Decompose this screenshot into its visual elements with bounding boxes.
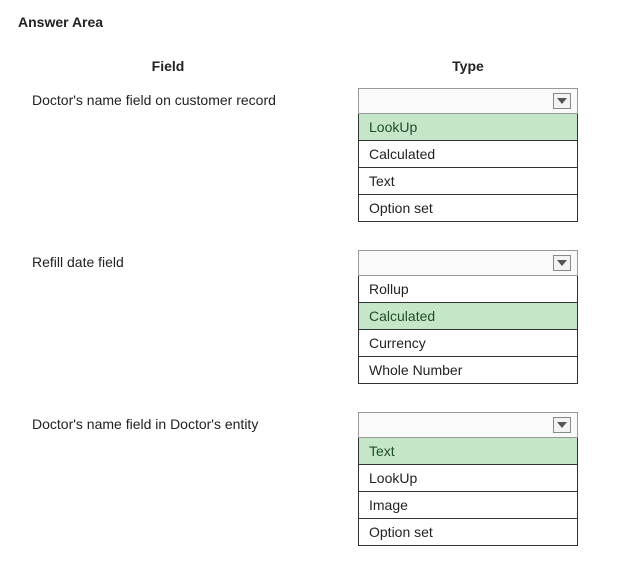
type-dropdown[interactable] [358,412,578,438]
field-label: Refill date field [18,250,358,270]
type-option[interactable]: Rollup [359,276,577,302]
type-option[interactable]: LookUp [359,114,577,140]
column-header-type: Type [358,58,578,74]
answer-row: Doctor's name field on customer recordLo… [18,88,623,222]
type-option[interactable]: Text [359,438,577,464]
field-label: Doctor's name field on customer record [18,88,358,108]
type-dropdown[interactable] [358,88,578,114]
answer-area-title: Answer Area [18,14,623,30]
type-option[interactable]: Option set [359,518,577,545]
chevron-down-icon [553,417,571,433]
type-option[interactable]: Image [359,491,577,518]
type-option[interactable]: Currency [359,329,577,356]
type-options-list: LookUpCalculatedTextOption set [358,114,578,222]
type-option[interactable]: Whole Number [359,356,577,383]
type-block: TextLookUpImageOption set [358,412,578,546]
type-block: RollupCalculatedCurrencyWhole Number [358,250,578,384]
rows-container: Doctor's name field on customer recordLo… [18,88,623,546]
type-option[interactable]: Calculated [359,140,577,167]
chevron-down-icon [553,255,571,271]
answer-row: Refill date fieldRollupCalculatedCurrenc… [18,250,623,384]
type-options-list: TextLookUpImageOption set [358,438,578,546]
type-options-list: RollupCalculatedCurrencyWhole Number [358,276,578,384]
type-option[interactable]: Text [359,167,577,194]
chevron-down-icon [553,93,571,109]
field-label: Doctor's name field in Doctor's entity [18,412,358,432]
type-option[interactable]: Calculated [359,302,577,329]
type-block: LookUpCalculatedTextOption set [358,88,578,222]
type-option[interactable]: LookUp [359,464,577,491]
answer-row: Doctor's name field in Doctor's entityTe… [18,412,623,546]
column-header-field: Field [18,58,358,74]
type-option[interactable]: Option set [359,194,577,221]
columns-header: Field Type [18,58,623,74]
type-dropdown[interactable] [358,250,578,276]
